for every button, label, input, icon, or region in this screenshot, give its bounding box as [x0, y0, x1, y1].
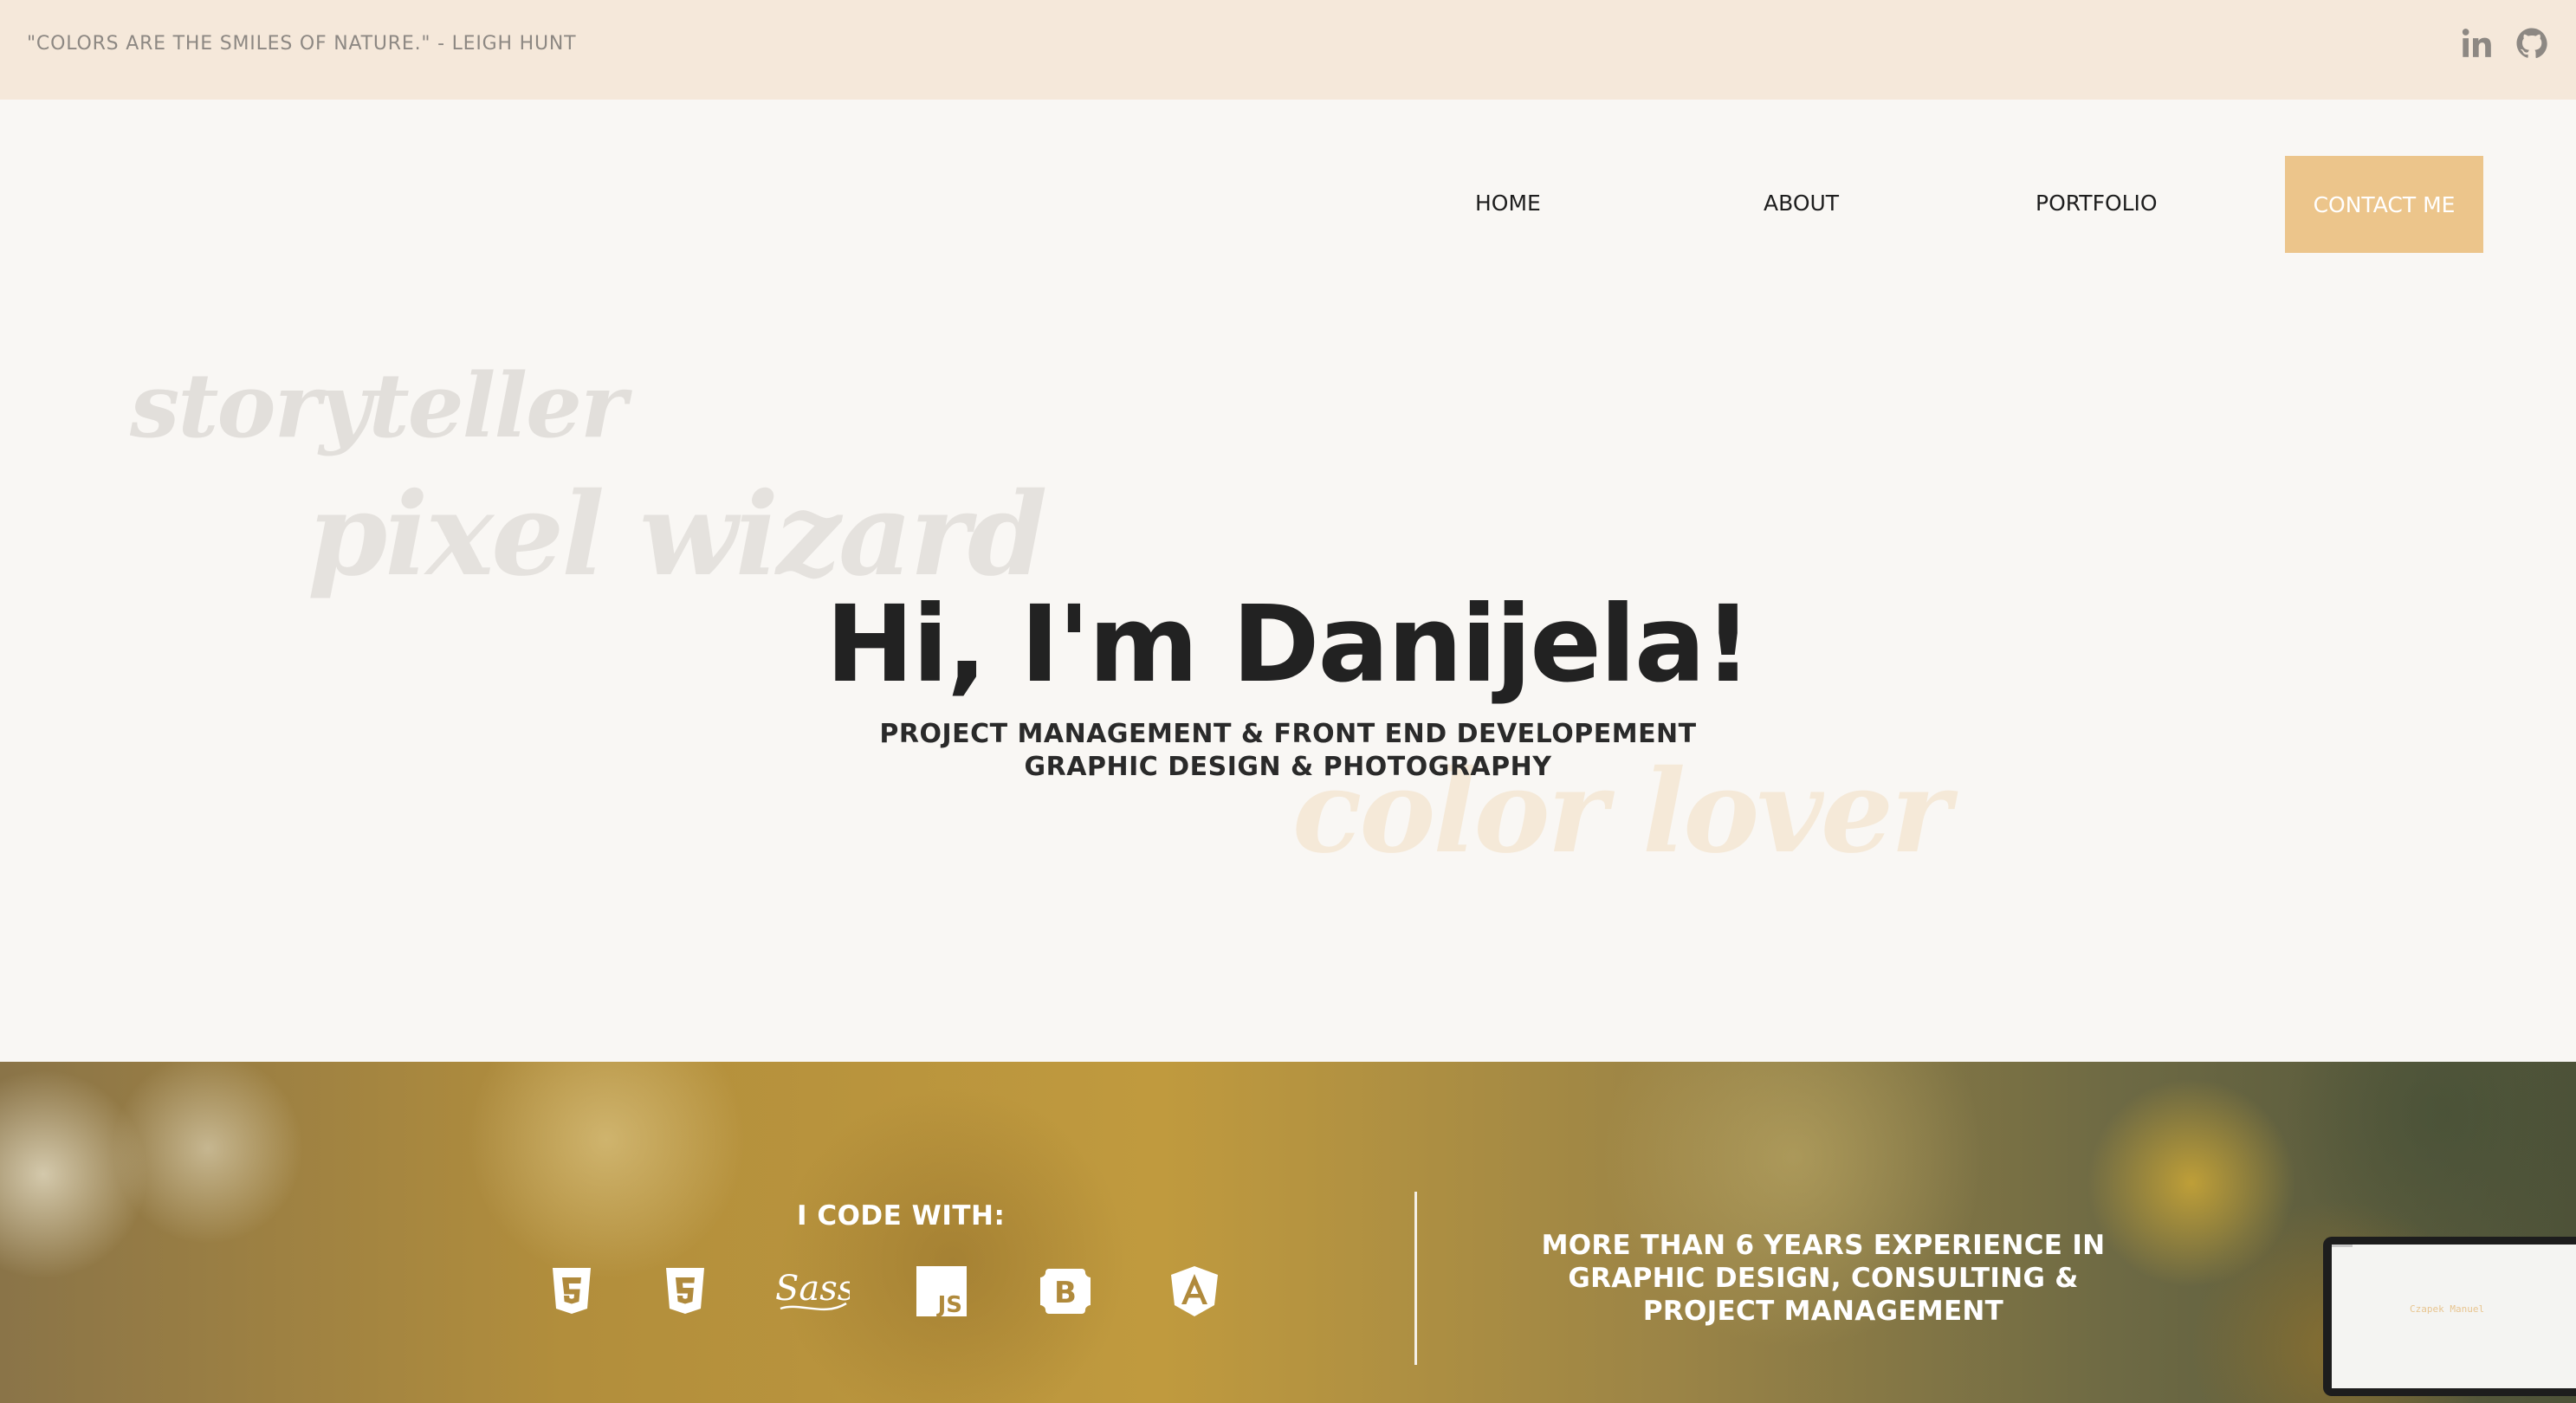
- experience-line-2: GRAPHIC DESIGN, CONSULTING &: [1568, 1263, 2079, 1294]
- skills-title: I CODE WITH:: [797, 1200, 1006, 1232]
- contact-me-button[interactable]: CONTACT ME: [2285, 156, 2483, 253]
- header-quote: "COLORS ARE THE SMILES OF NATURE." - LEI…: [27, 33, 577, 55]
- github-icon[interactable]: [2515, 26, 2549, 61]
- hero-title: Hi, I'm Danijela!: [825, 583, 1752, 706]
- experience-line-3: PROJECT MANAGEMENT: [1642, 1296, 2004, 1327]
- skills-band: [0, 1062, 2576, 1403]
- angular-icon: [1171, 1266, 1218, 1316]
- sass-icon: Sass: [775, 1269, 850, 1311]
- html5-icon: [553, 1268, 591, 1314]
- bg-word-pixel-wizard: pixel wizard: [307, 468, 1047, 602]
- svg-text:B: B: [1054, 1276, 1077, 1310]
- mini-nav-icon: [2332, 1245, 2353, 1247]
- bootstrap-icon: B: [1040, 1269, 1091, 1314]
- laptop-brand-text: Czapek Manuel: [2410, 1303, 2485, 1315]
- javascript-icon: JS: [916, 1266, 967, 1318]
- nav-portfolio[interactable]: PORTFOLIO: [2036, 191, 2158, 216]
- laptop-screen: [2332, 1245, 2576, 1388]
- nav-about[interactable]: ABOUT: [1764, 191, 1839, 216]
- bg-word-storyteller: storyteller: [130, 354, 627, 458]
- contact-me-label: CONTACT ME: [2313, 191, 2456, 217]
- svg-text:Sass: Sass: [775, 1269, 850, 1309]
- skills-divider: [1414, 1192, 1417, 1365]
- hero-subtitle-line-1: PROJECT MANAGEMENT & FRONT END DEVELOPEM…: [879, 719, 1697, 749]
- nav-home[interactable]: HOME: [1475, 191, 1541, 216]
- hero-subtitle-line-2: GRAPHIC DESIGN & PHOTOGRAPHY: [1024, 752, 1552, 782]
- top-bar: "COLORS ARE THE SMILES OF NATURE." - LEI…: [0, 0, 2576, 100]
- experience-line-1: MORE THAN 6 YEARS EXPERIENCE IN: [1541, 1230, 2106, 1261]
- css3-icon: [666, 1268, 704, 1314]
- svg-text:JS: JS: [936, 1292, 962, 1318]
- linkedin-icon[interactable]: [2460, 26, 2495, 61]
